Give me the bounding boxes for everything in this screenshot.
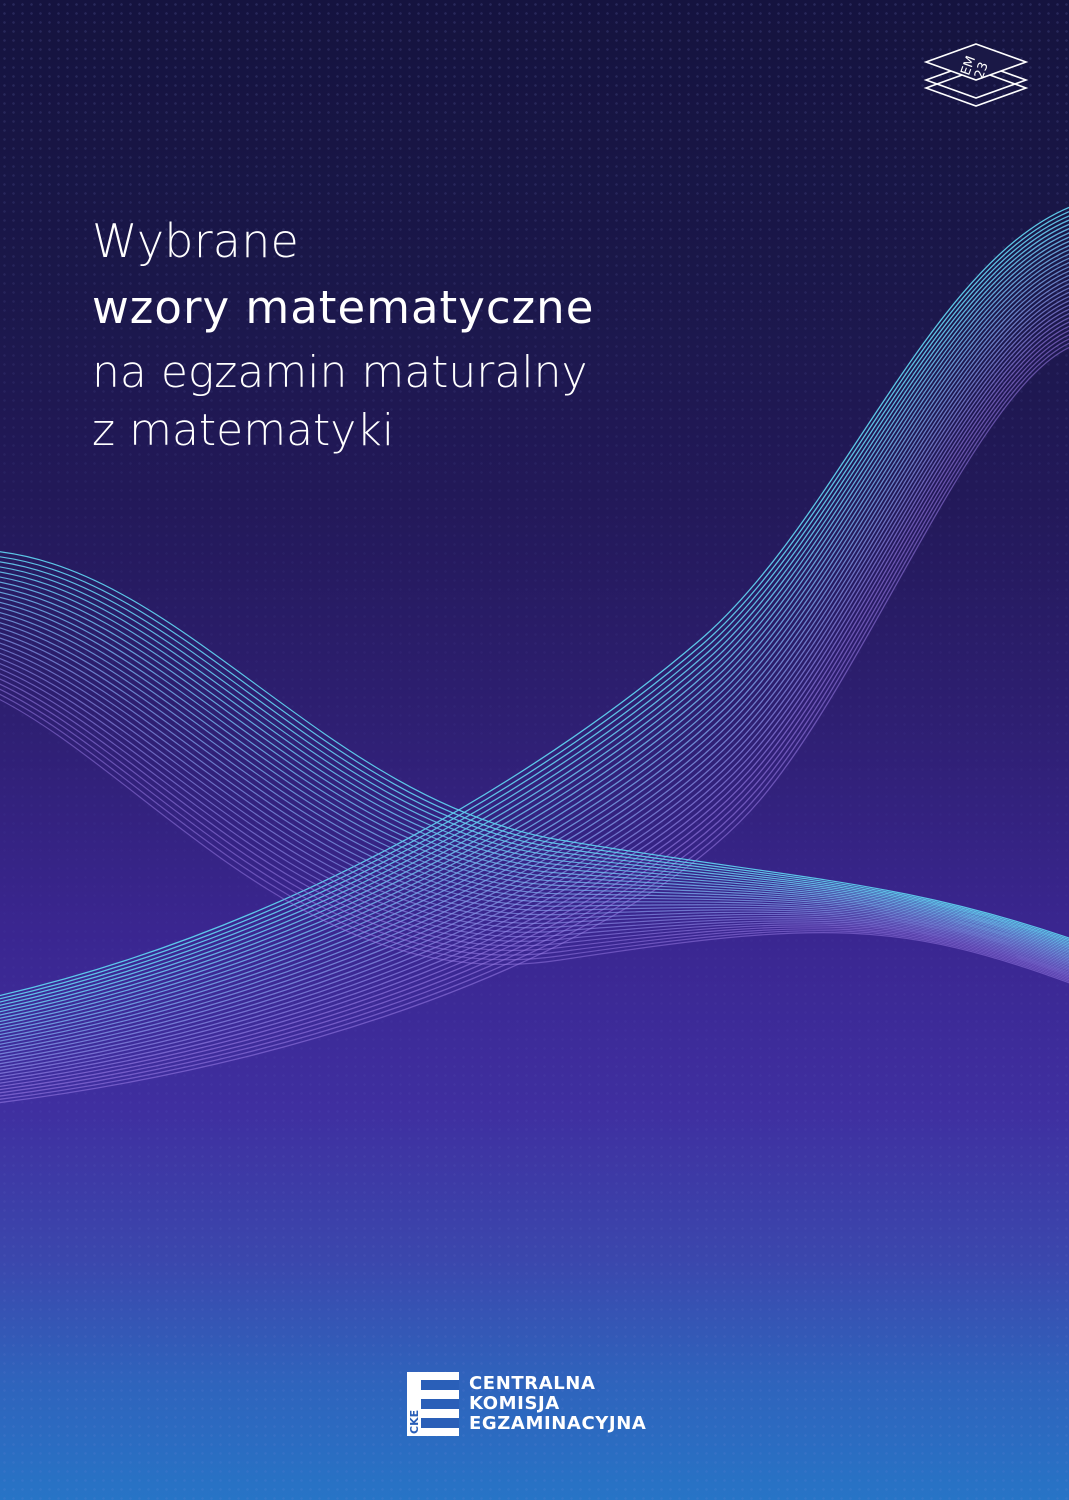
- logo-line-egzaminacyjna: EGZAMINACYJNA: [469, 1413, 647, 1434]
- title-line-1: Wybrane: [92, 214, 300, 268]
- wave-band-flowing: [0, 551, 1069, 984]
- cke-logo: CKE CENTRALNA KOMISJA EGZAMINACYJNA: [407, 1372, 646, 1436]
- logo-line-centralna: CENTRALNA: [469, 1373, 596, 1394]
- cke-logo-mark-icon: CKE: [407, 1372, 459, 1436]
- logo-line-komisja: KOMISJA: [469, 1393, 560, 1414]
- title-line-4: z matematyki: [92, 405, 395, 456]
- wave-line: [0, 673, 1069, 976]
- edition-badge-icon: EM 23: [920, 40, 1032, 116]
- cke-logo-mark-letters: CKE: [408, 1410, 421, 1434]
- title-line-2: wzory matematyczne: [92, 281, 595, 334]
- document-title: Wybrane wzory matematyczne na egzamin ma…: [92, 210, 594, 460]
- title-line-3: na egzamin maturalny: [92, 347, 588, 398]
